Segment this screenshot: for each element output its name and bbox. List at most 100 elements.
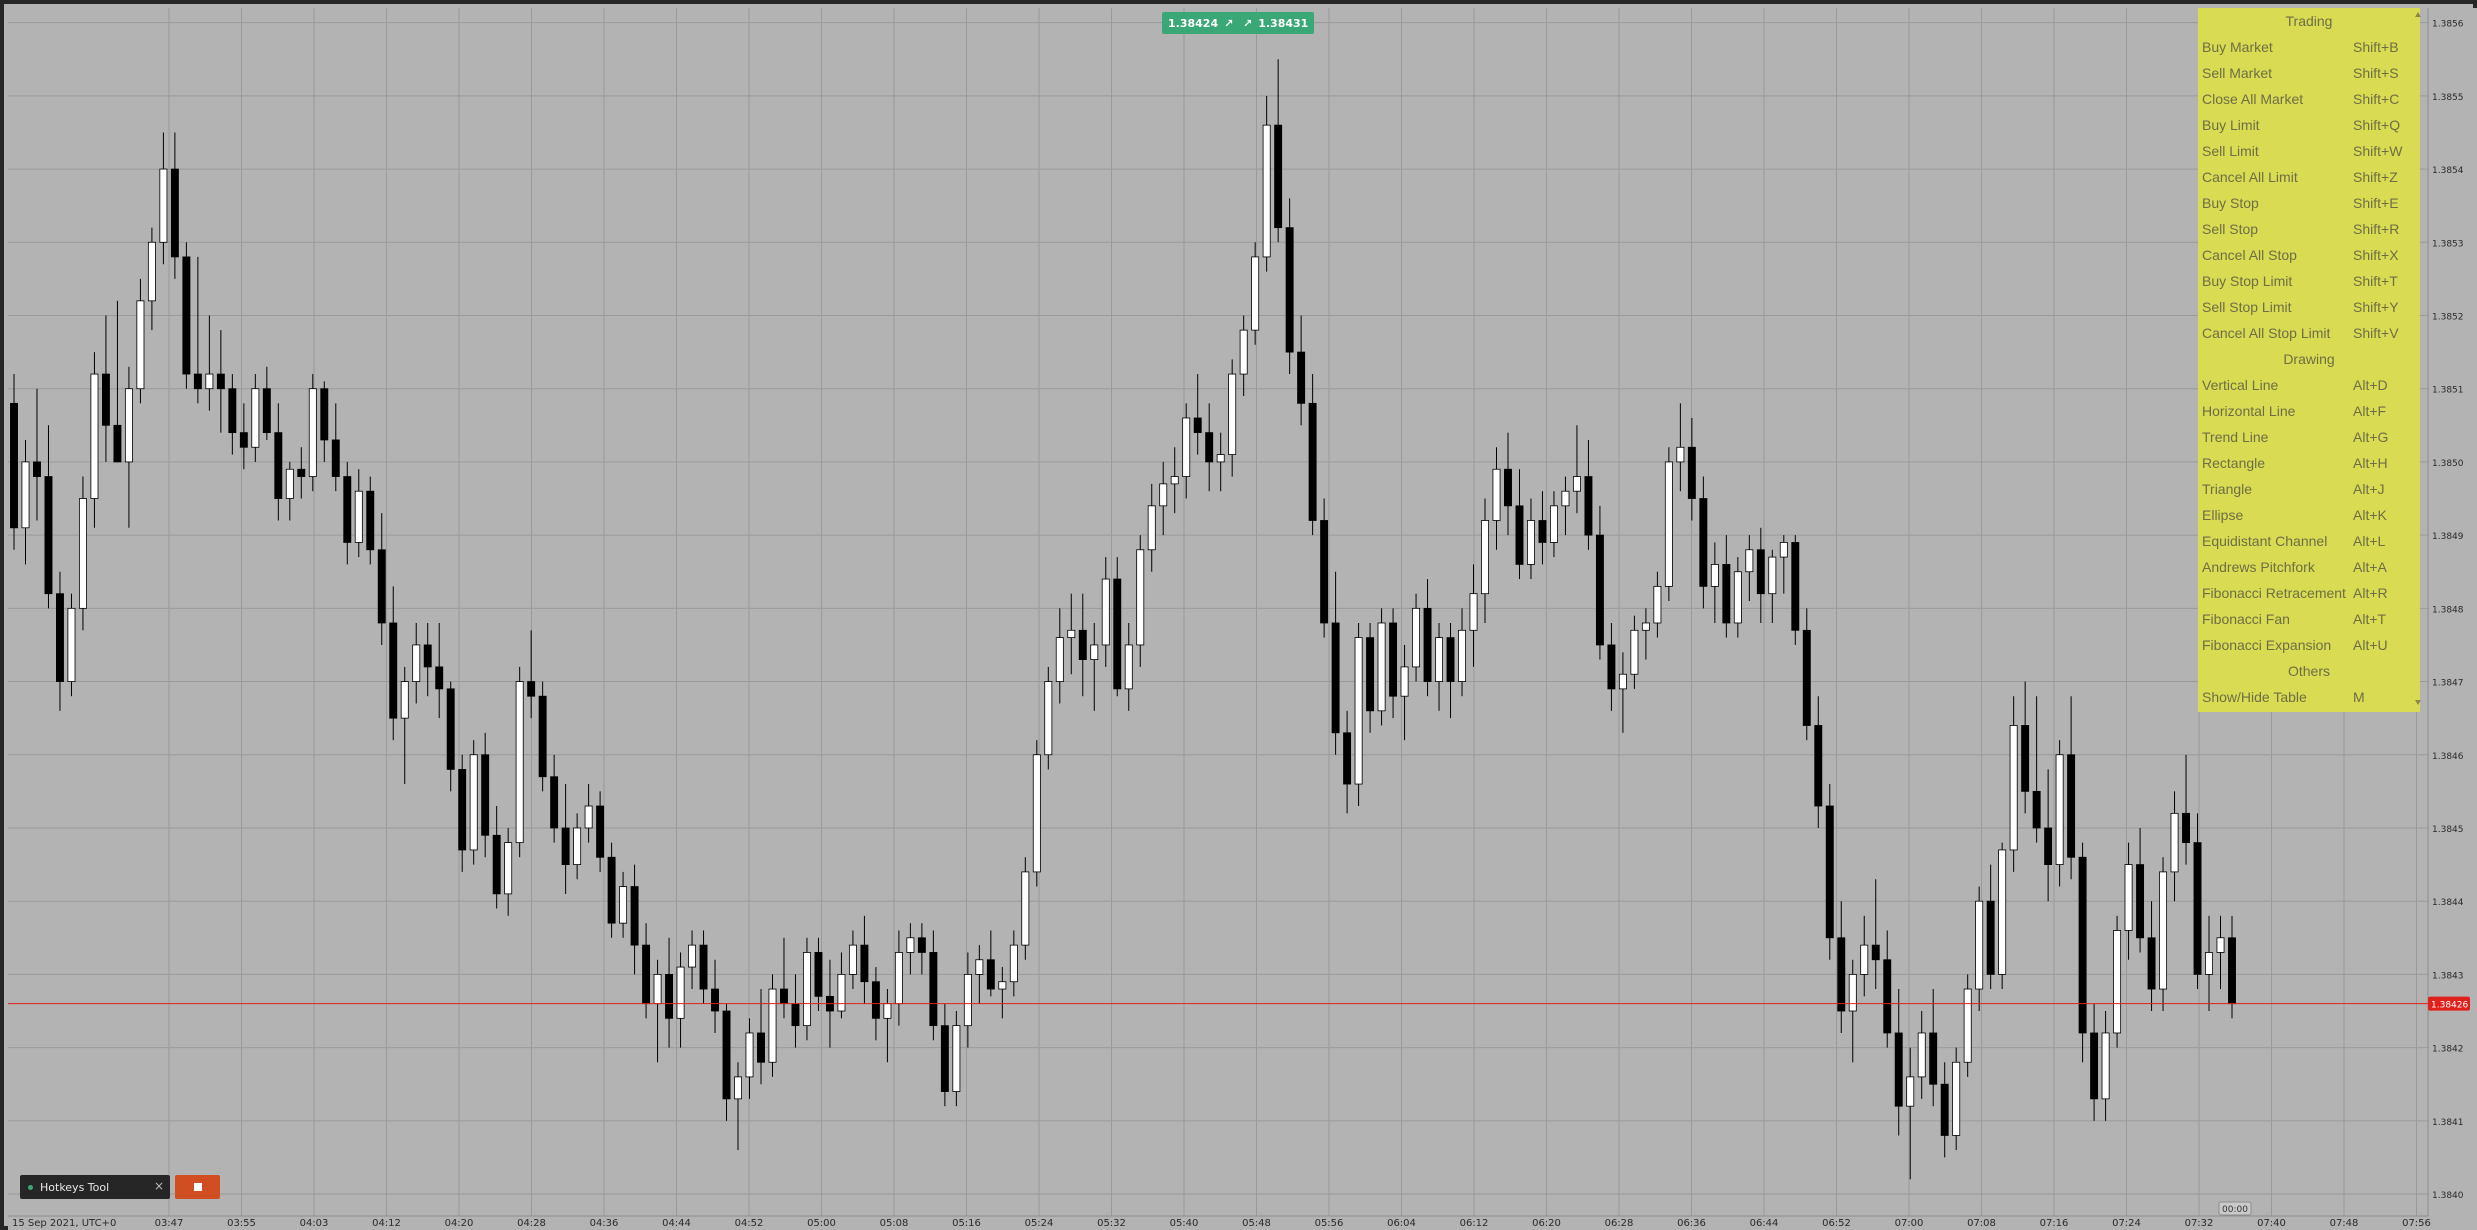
time-tick-label: 07:56 xyxy=(2402,1218,2431,1229)
ask-price: 1.38431 xyxy=(1258,16,1309,30)
price-tick-label: 1.3843 xyxy=(2432,971,2464,981)
date-label: 15 Sep 2021, UTC+0 xyxy=(12,1218,116,1229)
time-tick-label: 04:20 xyxy=(445,1218,474,1229)
candle-body xyxy=(1860,944,1869,975)
candle-body xyxy=(1377,622,1386,712)
hotkey-row[interactable]: Ellipse Alt+K xyxy=(2198,502,2420,528)
scroll-down-icon[interactable] xyxy=(2415,700,2421,705)
candle-body xyxy=(1549,505,1558,543)
candle-body xyxy=(2124,864,2133,931)
time-tick-label: 07:40 xyxy=(2257,1218,2286,1229)
candle-body xyxy=(1216,454,1225,463)
hotkey-row[interactable]: Cancel All Stop Shift+X xyxy=(2198,242,2420,268)
price-tick-label: 1.3842 xyxy=(2432,1045,2464,1055)
price-tick-label: 1.3856 xyxy=(2432,20,2464,30)
candle-body xyxy=(481,754,490,836)
time-tick-label: 04:28 xyxy=(517,1218,546,1229)
bullish-candle xyxy=(952,1011,961,1107)
chart-window[interactable]: 1.3856 1.3855 1.3854 1.3853 1.3852 1.3851 1.38… xyxy=(0,0,2477,1230)
candle-body xyxy=(573,827,582,865)
current-price-label: 1.38426 xyxy=(2431,1001,2468,1011)
candle-body xyxy=(894,952,903,1005)
hotkey-row[interactable]: Triangle Alt+J xyxy=(2198,476,2420,502)
bullish-candle xyxy=(1377,608,1386,726)
hotkey-row[interactable]: Buy Limit Shift+Q xyxy=(2198,112,2420,138)
time-tick-label: 05:16 xyxy=(952,1218,981,1229)
candlestick-chart[interactable]: 1.3856 1.3855 1.3854 1.3853 1.3852 1.3851 1.38… xyxy=(4,4,2477,1230)
price-tick-label: 1.3849 xyxy=(2432,532,2464,542)
candle-body xyxy=(1331,622,1340,734)
candle-body xyxy=(193,373,202,390)
hotkey-row[interactable]: Close All Market Shift+C xyxy=(2198,86,2420,112)
time-tick-label: 07:08 xyxy=(1967,1218,1996,1229)
time-tick-label: 06:28 xyxy=(1605,1218,1634,1229)
time-tick-label: 03:55 xyxy=(227,1218,256,1229)
price-tick-label: 1.3854 xyxy=(2432,166,2464,176)
hotkey-action-label: Andrews Pitchfork xyxy=(2202,559,2315,575)
bullish-candle xyxy=(1354,622,1363,807)
status-dot-icon xyxy=(28,1184,33,1190)
hotkey-row[interactable]: Horizontal Line Alt+F xyxy=(2198,398,2420,424)
hotkey-row[interactable]: Buy Stop Shift+E xyxy=(2198,190,2420,216)
hotkey-row[interactable]: Rectangle Alt+H xyxy=(2198,450,2420,476)
candle-body xyxy=(377,549,386,624)
hotkeys-table[interactable]: Trading Buy Market Shift+B Sell Market Shift… xyxy=(2198,8,2420,712)
candle-body xyxy=(216,373,225,390)
candle-body xyxy=(688,944,697,968)
hotkey-row[interactable]: Fibonacci Expansion Alt+U xyxy=(2198,632,2420,658)
hotkey-row[interactable]: Fibonacci Retracement Alt+R xyxy=(2198,580,2420,606)
candle-body xyxy=(1090,644,1099,660)
close-icon[interactable]: × xyxy=(154,1179,164,1193)
hotkey-row[interactable]: Sell Market Shift+S xyxy=(2198,60,2420,86)
candle-body xyxy=(1676,446,1685,463)
hotkeys-table-scrollbar[interactable] xyxy=(2414,10,2422,710)
bid-price: 1.38424 xyxy=(1168,16,1219,30)
hotkey-row[interactable]: Cancel All Limit Shift+Z xyxy=(2198,164,2420,190)
bullish-candle xyxy=(768,974,777,1077)
hotkey-row[interactable]: Andrews Pitchfork Alt+A xyxy=(2198,554,2420,580)
hotkey-shortcut-label: Shift+S xyxy=(2353,65,2399,81)
candle-body xyxy=(722,1010,731,1100)
bullish-candle xyxy=(1664,447,1673,602)
candle-body xyxy=(1791,542,1800,631)
candle-body xyxy=(308,388,317,477)
candle-body xyxy=(1940,1083,1949,1136)
hotkey-row[interactable]: Sell Limit Shift+W xyxy=(2198,138,2420,164)
hotkey-row[interactable]: Buy Stop Limit Shift+T xyxy=(2198,268,2420,294)
candle-body xyxy=(1572,476,1581,492)
candle-body xyxy=(791,1003,800,1027)
hotkey-row[interactable]: Cancel All Stop Limit Shift+V xyxy=(2198,320,2420,346)
hotkey-action-label: Buy Market xyxy=(2202,39,2273,55)
hotkey-row[interactable]: Show/Hide Table M xyxy=(2198,684,2420,710)
hotkey-row[interactable]: Sell Stop Shift+R xyxy=(2198,216,2420,242)
time-tick-label: 05:00 xyxy=(807,1218,836,1229)
hotkey-row[interactable]: Sell Stop Limit Shift+Y xyxy=(2198,294,2420,320)
candle-body xyxy=(366,490,375,551)
hotkey-row[interactable]: Vertical Line Alt+D xyxy=(2198,372,2420,398)
bullish-candle xyxy=(1251,242,1260,345)
hotkeys-tool-tab[interactable]: Hotkeys Tool × xyxy=(20,1175,170,1199)
ask-quote-badge[interactable]: ↗ 1.38431 xyxy=(1237,12,1315,34)
hotkey-shortcut-label: Shift+Y xyxy=(2353,299,2399,315)
arrow-up-right-icon: ↗ xyxy=(1224,16,1234,30)
candle-body xyxy=(239,432,248,448)
hotkey-row[interactable]: Fibonacci Fan Alt+T xyxy=(2198,606,2420,632)
candle-body xyxy=(803,952,811,1027)
candle-body xyxy=(550,776,559,829)
candle-body xyxy=(1837,937,1846,1012)
candle-body xyxy=(2159,871,2168,990)
bullish-candle xyxy=(1952,1047,1961,1151)
hotkey-row[interactable]: Equidistant Channel Alt+L xyxy=(2198,528,2420,554)
stop-button[interactable] xyxy=(175,1175,220,1199)
hotkey-row[interactable]: Buy Market Shift+B xyxy=(2198,34,2420,60)
bullish-candle xyxy=(308,374,317,492)
candle-body xyxy=(1032,754,1041,873)
candle-body xyxy=(1825,805,1834,939)
time-tick-label: 07:16 xyxy=(2040,1218,2069,1229)
hotkeys-tool-label: Hotkeys Tool xyxy=(40,1180,110,1194)
hotkey-action-label: Cancel All Stop xyxy=(2202,247,2297,263)
candle-body xyxy=(1239,329,1248,375)
bid-quote-badge[interactable]: 1.38424 ↗ xyxy=(1162,12,1246,34)
hotkey-row[interactable]: Trend Line Alt+G xyxy=(2198,424,2420,450)
scroll-up-icon[interactable] xyxy=(2415,12,2421,17)
